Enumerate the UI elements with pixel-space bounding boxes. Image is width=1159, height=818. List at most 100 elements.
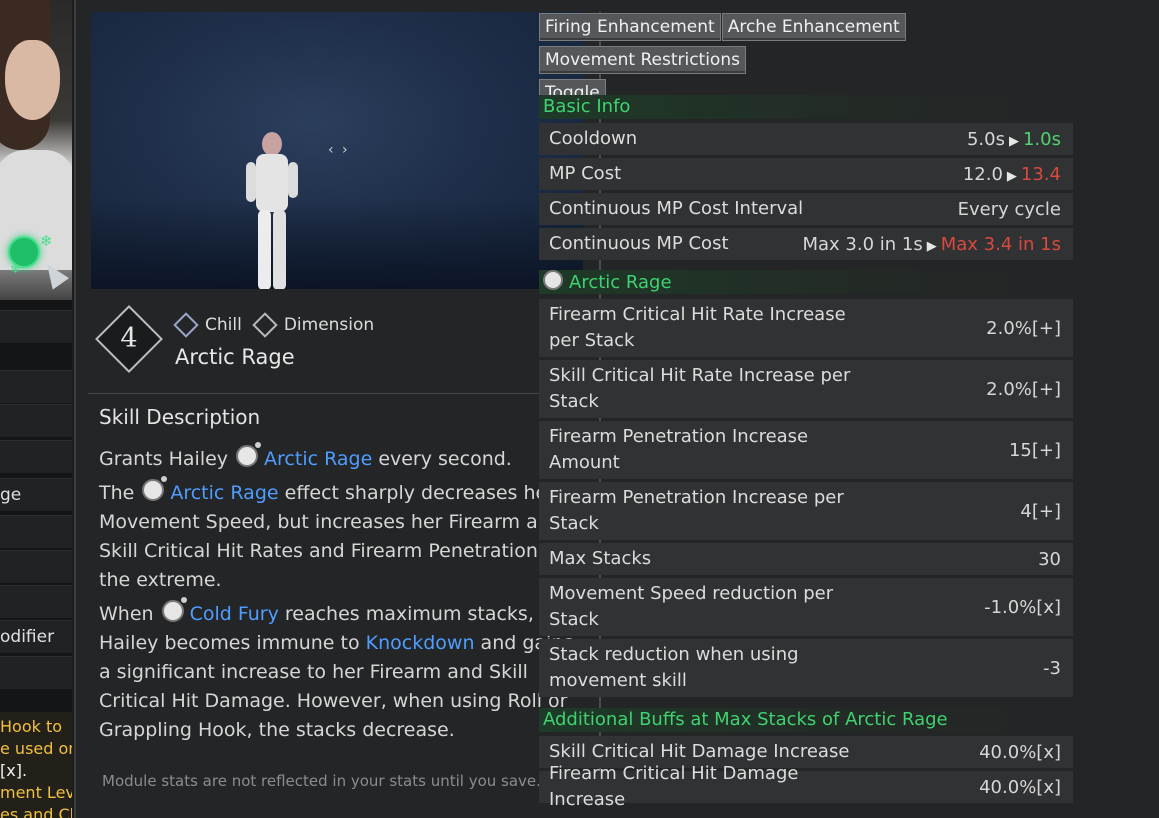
description-paragraph: Grants Hailey Arctic Rage every second. bbox=[99, 442, 579, 474]
stat-label: Continuous MP Cost Interval bbox=[549, 198, 804, 219]
arctic-rage-icon bbox=[543, 270, 563, 290]
keyword-link[interactable]: Arctic Rage bbox=[170, 482, 278, 504]
chill-icon bbox=[173, 312, 199, 338]
section-additional-buffs: Additional Buffs at Max Stacks of Arctic… bbox=[539, 708, 1077, 732]
value-to: 1.0s bbox=[1022, 128, 1061, 150]
stat-value: Every cycle bbox=[957, 198, 1061, 220]
arrow-right-icon: ▶ bbox=[926, 238, 937, 254]
strip-row[interactable] bbox=[0, 585, 72, 618]
value-from: 5.0s bbox=[966, 128, 1005, 150]
stat-row-cooldown: Cooldown 5.0s ▶ 1.0s bbox=[539, 123, 1073, 155]
text: Grants Hailey bbox=[99, 448, 229, 470]
stat-row-mp-cost: MP Cost 12.0 ▶ 13.4 bbox=[539, 158, 1073, 190]
skill-name: Arctic Rage bbox=[175, 345, 295, 369]
keyword-link[interactable]: Knockdown bbox=[366, 632, 475, 654]
strip-row[interactable] bbox=[0, 515, 72, 548]
strip-row[interactable] bbox=[0, 656, 72, 689]
stat-row: Firearm Critical Hit Damage Increase 40.… bbox=[539, 763, 1073, 810]
cold-fury-icon bbox=[161, 597, 187, 622]
dimension-icon bbox=[252, 312, 278, 338]
section-title: Arctic Rage bbox=[569, 272, 672, 293]
strip-row-label: odifier bbox=[0, 627, 55, 647]
stat-row: Stack reduction when using movement skil… bbox=[539, 639, 1073, 697]
crosshair-icon: ‹ › bbox=[328, 142, 350, 158]
snowflake-icon: ❄ bbox=[40, 232, 53, 250]
stat-label: Cooldown bbox=[549, 128, 638, 149]
footer-note: Module stats are not reflected in your s… bbox=[102, 772, 541, 790]
stat-row: Max Stacks 30 bbox=[539, 543, 1073, 575]
stat-value: 40.0%[x] bbox=[979, 776, 1061, 798]
tab-firing-enhancement[interactable]: Firing Enhancement bbox=[539, 13, 721, 41]
text: When bbox=[99, 603, 154, 625]
stat-label: MP Cost bbox=[549, 163, 622, 184]
stat-row: Firearm Penetration Increase per Stack 4… bbox=[539, 482, 1073, 540]
stat-label: Firearm Critical Hit Rate Increase per S… bbox=[549, 304, 846, 351]
value-from: 12.0 bbox=[962, 163, 1003, 185]
keyword-link[interactable]: Cold Fury bbox=[190, 603, 279, 625]
stat-row: Firearm Critical Hit Rate Increase per S… bbox=[539, 299, 1073, 357]
stat-label: Firearm Critical Hit Damage Increase bbox=[549, 763, 799, 810]
strip-row[interactable] bbox=[0, 440, 72, 473]
tooltip-fragment: Hook to e used on [x]. ment Lev es and C… bbox=[0, 712, 72, 818]
tip-line: [x]. bbox=[0, 761, 28, 780]
arrow-right-icon: ▶ bbox=[1006, 168, 1017, 184]
stat-value: 2.0%[+] bbox=[986, 378, 1061, 400]
strip-row[interactable] bbox=[0, 404, 72, 437]
stat-label: Max Stacks bbox=[549, 548, 652, 569]
stat-value: 4[+] bbox=[1020, 500, 1061, 522]
text: The bbox=[99, 482, 135, 504]
description-paragraph: The Arctic Rage effect sharply decreases … bbox=[99, 476, 579, 595]
stat-label: Firearm Penetration Increase Amount bbox=[549, 426, 809, 473]
description-paragraph: When Cold Fury reaches maximum stacks, Ha… bbox=[99, 597, 579, 745]
value-to: 13.4 bbox=[1020, 163, 1061, 185]
stat-value: Max 3.0 in 1s ▶ Max 3.4 in 1s bbox=[803, 234, 1062, 255]
stat-value: -1.0%[x] bbox=[984, 596, 1061, 618]
snowflake-icon: ❄ bbox=[10, 262, 21, 277]
tip-line: es and Ch bbox=[0, 805, 72, 818]
value-from: Max 3.0 in 1s bbox=[802, 233, 923, 255]
arctic-rage-icon bbox=[142, 476, 168, 501]
skill-description: Skill Description Grants Hailey Arctic Ra… bbox=[99, 405, 579, 750]
tag-label: Dimension bbox=[283, 315, 375, 335]
stat-row-mp-interval: Continuous MP Cost Interval Every cycle bbox=[539, 193, 1073, 225]
tip-line: e used on bbox=[0, 739, 72, 758]
tag-chill: Chill bbox=[173, 312, 242, 338]
stat-label: Movement Speed reduction per Stack bbox=[549, 583, 834, 630]
strip-row[interactable] bbox=[0, 310, 72, 343]
strip-row[interactable] bbox=[0, 370, 72, 403]
strip-row[interactable] bbox=[0, 550, 72, 583]
section-basic-info: Basic Info bbox=[539, 95, 1077, 119]
value-to: Max 3.4 in 1s bbox=[940, 233, 1061, 255]
stat-value: 30 bbox=[1038, 548, 1061, 570]
stat-value: 40.0%[x] bbox=[979, 741, 1061, 763]
skill-tags: Chill Dimension bbox=[173, 312, 388, 338]
stat-value: 5.0s ▶ 1.0s bbox=[967, 129, 1061, 150]
skill-header: 4 Chill Dimension Arctic Rage bbox=[91, 305, 583, 385]
stat-label: Stack reduction when using movement skil… bbox=[549, 644, 799, 691]
skill-preview-video[interactable]: ‹ › bbox=[91, 12, 583, 289]
stat-row: Skill Critical Hit Rate Increase per Sta… bbox=[539, 360, 1073, 418]
stat-value: 15[+] bbox=[1008, 439, 1061, 461]
stat-label: Continuous MP Cost bbox=[549, 233, 729, 254]
stat-label: Skill Critical Hit Rate Increase per Sta… bbox=[549, 365, 851, 412]
arctic-rage-icon bbox=[236, 442, 262, 467]
section-arctic-rage: Arctic Rage bbox=[539, 270, 1077, 294]
stat-value: -3 bbox=[1043, 657, 1061, 679]
stat-value: 12.0 ▶ 13.4 bbox=[963, 164, 1061, 185]
tab-movement-restrictions[interactable]: Movement Restrictions bbox=[539, 46, 746, 74]
stat-label: Firearm Penetration Increase per Stack bbox=[549, 487, 844, 534]
tag-label: Chill bbox=[205, 315, 242, 335]
text: every second. bbox=[378, 448, 512, 470]
stat-row: Movement Speed reduction per Stack -1.0%… bbox=[539, 578, 1073, 636]
tag-dimension: Dimension bbox=[252, 312, 375, 338]
keyword-link[interactable]: Arctic Rage bbox=[264, 448, 372, 470]
tab-arche-enhancement[interactable]: Arche Enhancement bbox=[721, 13, 906, 41]
strip-row-item[interactable]: ge bbox=[0, 478, 72, 511]
tip-line: Hook to bbox=[0, 717, 63, 736]
stat-row: Firearm Penetration Increase Amount 15[+… bbox=[539, 421, 1073, 479]
strip-row-item[interactable]: odifier bbox=[0, 620, 72, 653]
stat-value: 2.0%[+] bbox=[986, 317, 1061, 339]
text: effect sharply decreases her Movement Sp… bbox=[99, 482, 563, 591]
description-title: Skill Description bbox=[99, 405, 261, 429]
divider bbox=[88, 393, 585, 394]
